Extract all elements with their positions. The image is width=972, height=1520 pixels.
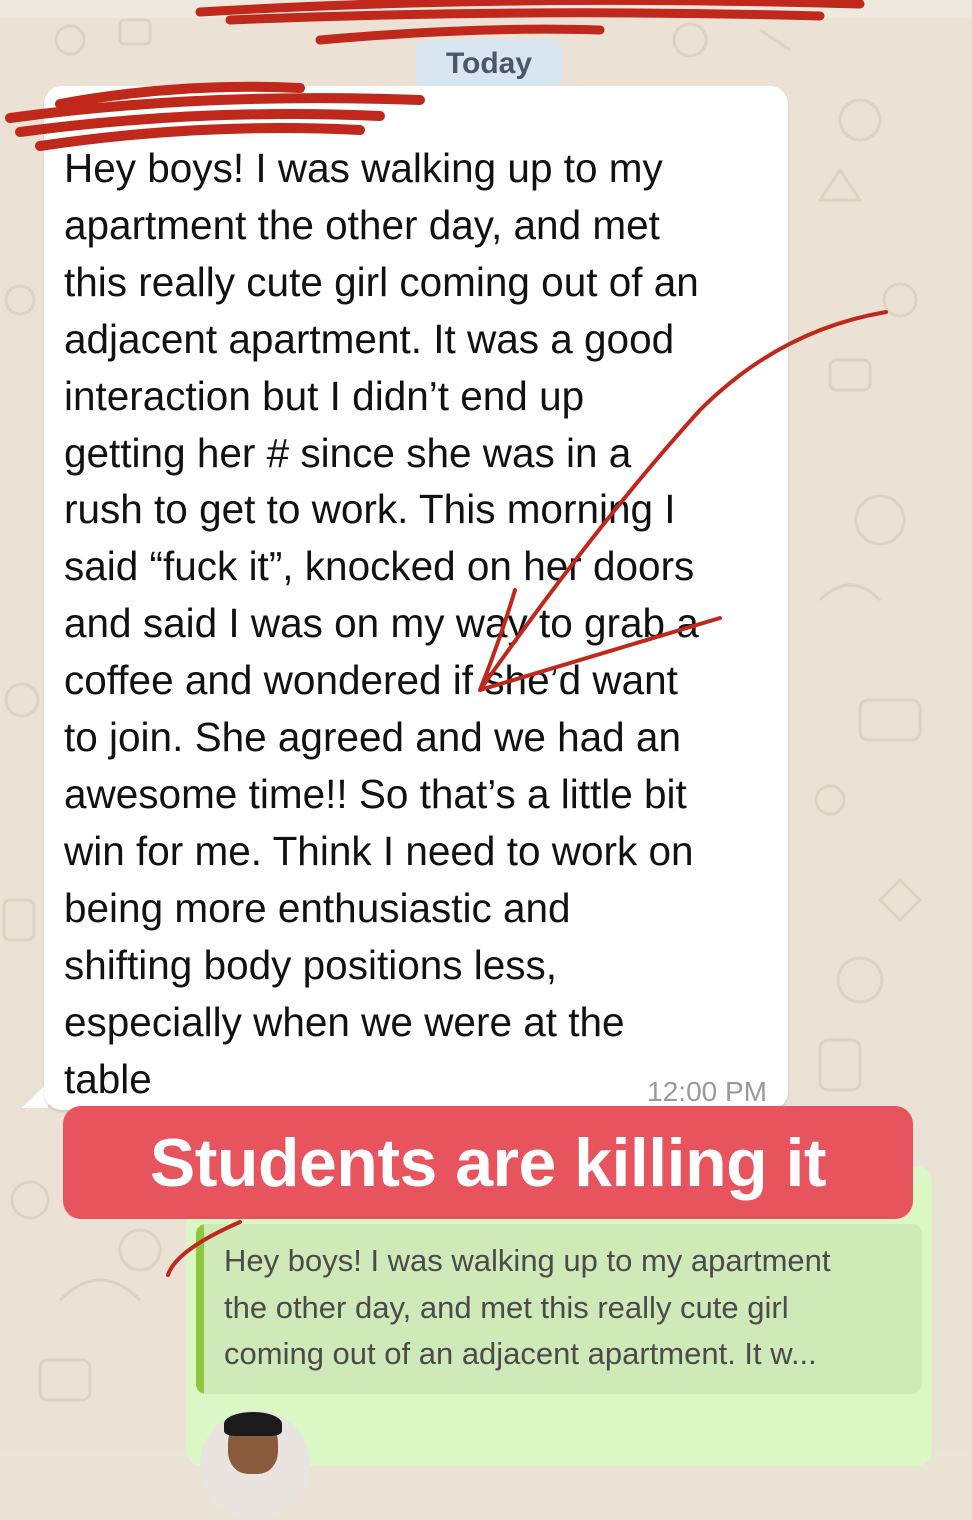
header-edge: [0, 0, 972, 18]
date-separator: Today: [416, 40, 562, 88]
quoted-text: Hey boys! I was walking up to my apartme…: [224, 1243, 831, 1371]
avatar[interactable]: [200, 1410, 310, 1520]
avatar-hair: [224, 1412, 282, 1436]
caption-banner: Students are killing it: [63, 1106, 913, 1219]
message-text: Hey boys! I was walking up to my apartme…: [64, 145, 699, 1102]
quoted-message[interactable]: Hey boys! I was walking up to my apartme…: [196, 1224, 922, 1394]
quote-accent-bar: [196, 1224, 204, 1394]
message-timestamp: 12:00 PM: [647, 1076, 767, 1107]
